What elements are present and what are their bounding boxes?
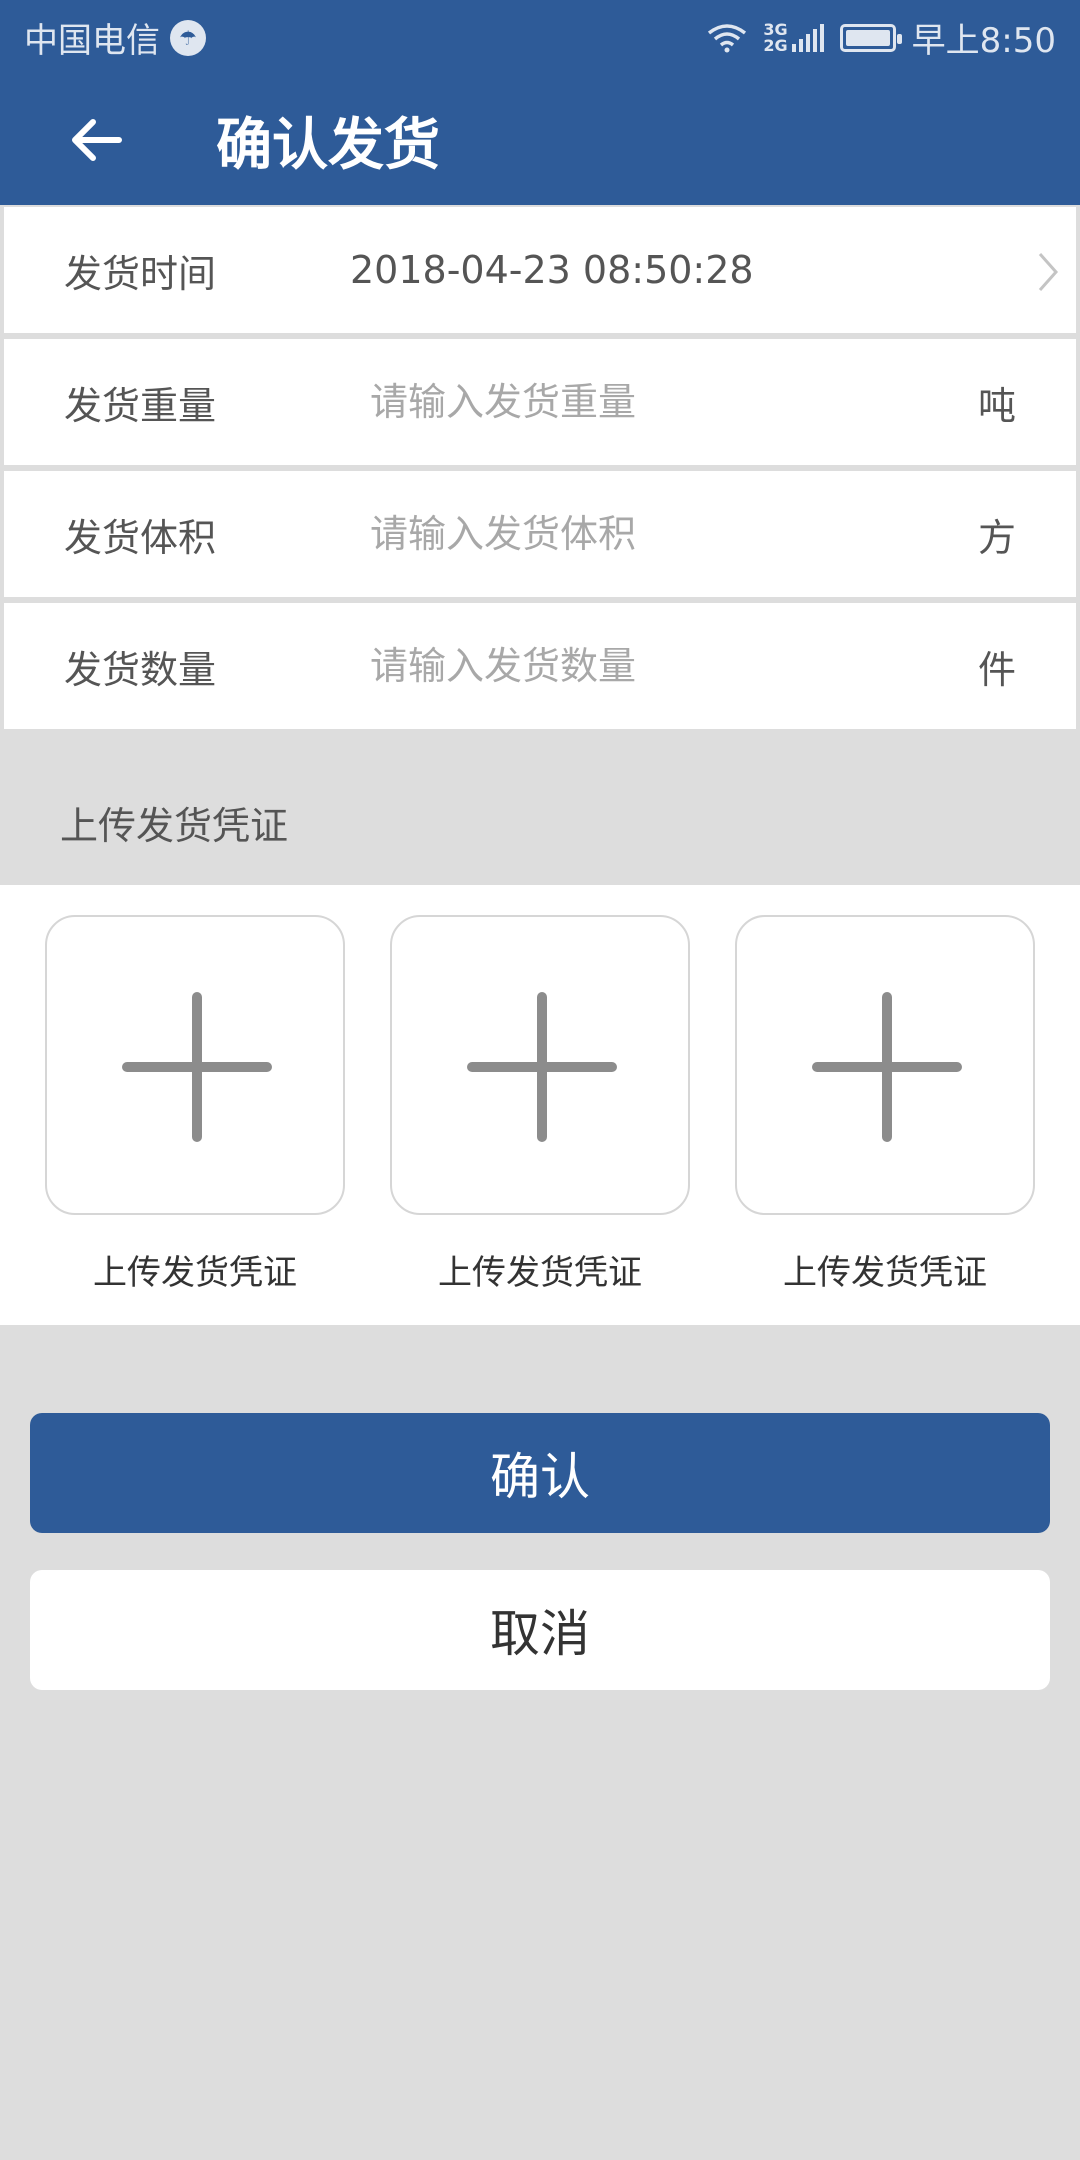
upload-caption-3: 上传发货凭证 [783, 1253, 987, 1293]
app-bar: 确认发货 [0, 75, 1080, 205]
volume-label: 发货体积 [64, 515, 217, 560]
weight-input[interactable] [370, 362, 890, 442]
arrow-left-icon [72, 119, 122, 161]
upload-panel: 上传发货凭证 上传发货凭证 上传发货凭证 [0, 885, 1080, 1325]
upload-tile-2[interactable] [390, 915, 690, 1215]
status-left: 中国电信 ☂ [24, 13, 206, 62]
signal-bars [791, 23, 824, 52]
chevron-right-icon [1038, 253, 1059, 291]
battery-icon [839, 23, 902, 52]
quantity-row: 发货数量 件 [4, 603, 1076, 729]
status-bar: 中国电信 ☂ 3G 2G 早上8:50 [0, 0, 1080, 75]
weight-row: 发货重量 吨 [4, 339, 1076, 465]
ship-time-row[interactable]: 发货时间 2018-04-23 08:50:28 [4, 207, 1076, 333]
clock: 早上8:50 [911, 21, 1056, 61]
back-button[interactable] [40, 90, 150, 190]
confirm-button[interactable]: 确认 [30, 1413, 1050, 1533]
ship-time-value: 2018-04-23 08:50:28 [350, 248, 754, 292]
carrier-name: 中国电信 [24, 21, 160, 61]
carrier-badge-icon: ☂ [170, 19, 206, 56]
quantity-unit: 件 [977, 647, 1016, 692]
upload-tile-3[interactable] [735, 915, 1035, 1215]
upload-caption-1: 上传发货凭证 [93, 1253, 297, 1293]
cancel-button[interactable]: 取消 [30, 1570, 1050, 1690]
quantity-label: 发货数量 [64, 647, 217, 692]
upload-section-label: 上传发货凭证 [60, 804, 289, 848]
plus-icon [467, 992, 617, 1142]
battery-level [845, 29, 890, 46]
network-type-secondary: 2G [763, 35, 788, 55]
status-right: 3G 2G 早上8:50 [707, 13, 1056, 62]
volume-unit: 方 [977, 515, 1016, 560]
plus-icon [122, 992, 272, 1142]
wifi-icon [708, 23, 747, 52]
upload-caption-2: 上传发货凭证 [438, 1253, 642, 1293]
volume-input[interactable] [370, 494, 890, 574]
weight-label: 发货重量 [64, 383, 217, 428]
weight-unit: 吨 [977, 383, 1016, 428]
cell-signal-icon: 3G 2G [763, 21, 824, 55]
plus-icon [812, 992, 962, 1142]
quantity-input[interactable] [370, 626, 890, 706]
upload-tile-1[interactable] [45, 915, 345, 1215]
volume-row: 发货体积 方 [4, 471, 1076, 597]
network-type: 3G 2G [763, 21, 788, 55]
ship-time-label: 发货时间 [64, 251, 217, 296]
page-title: 确认发货 [216, 112, 440, 178]
